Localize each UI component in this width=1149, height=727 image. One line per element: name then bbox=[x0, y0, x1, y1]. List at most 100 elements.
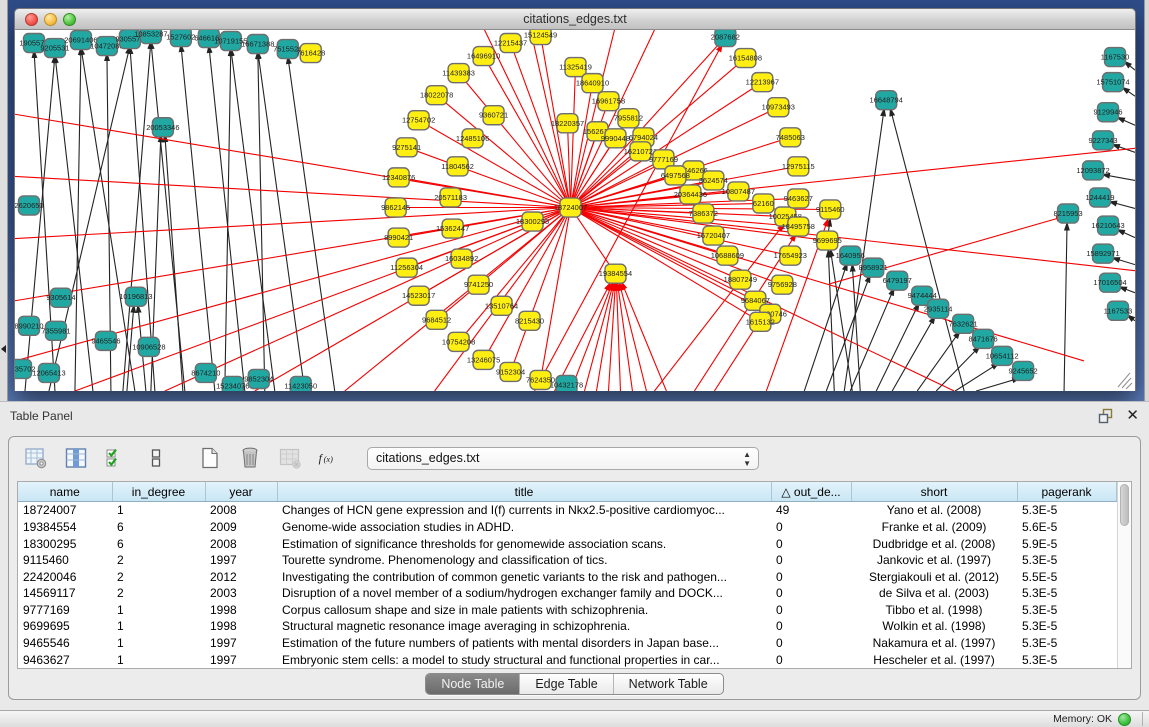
show-columns-icon[interactable] bbox=[63, 446, 88, 471]
network-canvas-container[interactable]: 1905572920553120691406104720889305572108… bbox=[14, 30, 1136, 391]
table-cell[interactable]: 18300295 bbox=[18, 535, 112, 552]
table-cell[interactable]: 5.6E-5 bbox=[1017, 519, 1116, 536]
column-header-title[interactable]: title bbox=[277, 482, 771, 502]
graph-node[interactable]: 9275141 bbox=[392, 138, 421, 157]
column-header-name[interactable]: name bbox=[18, 482, 112, 502]
table-row[interactable]: 1830029562008Estimation of significance … bbox=[18, 535, 1116, 552]
table-cell[interactable]: 2 bbox=[112, 585, 205, 602]
table-cell[interactable]: 0 bbox=[771, 585, 851, 602]
graph-node[interactable]: 19384554 bbox=[599, 264, 632, 283]
table-cell[interactable]: 6 bbox=[112, 535, 205, 552]
table-row[interactable]: 977716911998Corpus callosum shape and si… bbox=[18, 602, 1116, 619]
graph-node[interactable]: 7632621 bbox=[949, 314, 978, 333]
graph-node[interactable]: 15892971 bbox=[1086, 244, 1119, 263]
graph-node[interactable]: 18807249 bbox=[724, 270, 757, 289]
tab-edge-table[interactable]: Edge Table bbox=[519, 674, 612, 694]
table-cell[interactable]: 9463627 bbox=[18, 651, 112, 668]
table-cell[interactable]: 0 bbox=[771, 651, 851, 668]
table-cell[interactable]: Disruption of a novel member of a sodium… bbox=[277, 585, 771, 602]
graph-node[interactable]: 15362447 bbox=[436, 219, 469, 238]
table-cell[interactable]: 1 bbox=[112, 602, 205, 619]
graph-node[interactable]: 9360721 bbox=[479, 106, 508, 125]
graph-node[interactable]: 18220357 bbox=[551, 114, 584, 133]
graph-node[interactable]: 12065413 bbox=[32, 363, 65, 382]
table-cell[interactable]: Franke et al. (2009) bbox=[851, 519, 1017, 536]
graph-node[interactable]: 9990448 bbox=[601, 129, 630, 148]
table-cell[interactable]: 1997 bbox=[205, 635, 277, 652]
table-row[interactable]: 911546021997Tourette syndrome. Phenomeno… bbox=[18, 552, 1116, 569]
table-cell[interactable]: Tibbo et al. (1998) bbox=[851, 602, 1017, 619]
tab-network-table[interactable]: Network Table bbox=[613, 674, 723, 694]
graph-node[interactable]: 9684512 bbox=[422, 310, 451, 329]
graph-node[interactable]: 16720407 bbox=[697, 226, 730, 245]
resize-grip-icon[interactable] bbox=[1118, 373, 1132, 389]
graph-node[interactable]: 9227343 bbox=[1088, 131, 1117, 150]
function-builder-icon[interactable]: f (x) bbox=[317, 446, 342, 471]
table-cell[interactable]: 1 bbox=[112, 651, 205, 668]
graph-node[interactable]: 7616428 bbox=[296, 44, 325, 63]
graph-node[interactable]: 9305614 bbox=[46, 288, 75, 307]
graph-node[interactable]: 9741250 bbox=[464, 275, 493, 294]
table-cell[interactable]: 5.9E-5 bbox=[1017, 535, 1116, 552]
table-cell[interactable]: 2009 bbox=[205, 519, 277, 536]
table-cell[interactable]: 1998 bbox=[205, 618, 277, 635]
table-row[interactable]: 2242004622012Investigating the contribut… bbox=[18, 568, 1116, 585]
table-cell[interactable]: 2012 bbox=[205, 568, 277, 585]
column-header-in_degree[interactable]: in_degree bbox=[112, 482, 205, 502]
graph-node[interactable]: 16496910 bbox=[467, 47, 500, 66]
table-cell[interactable]: Changes of HCN gene expression and I(f) … bbox=[277, 502, 771, 519]
graph-node[interactable]: 7624350 bbox=[526, 370, 555, 389]
graph-node[interactable]: 1244419 bbox=[1085, 188, 1114, 207]
table-cell[interactable]: 5.5E-5 bbox=[1017, 568, 1116, 585]
table-cell[interactable]: Nakamura et al. (1997) bbox=[851, 635, 1017, 652]
graph-node[interactable]: 9245652 bbox=[1009, 361, 1038, 380]
table-cell[interactable]: 18724007 bbox=[18, 502, 112, 519]
table-cell[interactable]: Tourette syndrome. Phenomenology and cla… bbox=[277, 552, 771, 569]
table-cell[interactable]: 0 bbox=[771, 618, 851, 635]
table-cell[interactable]: Embryonic stem cells: a model to study s… bbox=[277, 651, 771, 668]
row-height-icon[interactable] bbox=[143, 446, 168, 471]
graph-node[interactable]: 2620650 bbox=[15, 196, 44, 215]
graph-node[interactable]: 12975115 bbox=[782, 157, 815, 176]
table-cell[interactable]: 2008 bbox=[205, 502, 277, 519]
graph-node[interactable]: 10688609 bbox=[711, 246, 744, 265]
graph-node[interactable]: 11439383 bbox=[442, 64, 475, 83]
tab-node-table[interactable]: Node Table bbox=[426, 674, 519, 694]
table-row[interactable]: 1938455462009Genome-wide association stu… bbox=[18, 519, 1116, 536]
graph-node[interactable]: 9852304 bbox=[244, 369, 273, 388]
graph-node[interactable]: 20571183 bbox=[434, 188, 467, 207]
graph-node[interactable]: 62160 bbox=[753, 194, 774, 213]
table-cell[interactable]: 1997 bbox=[205, 651, 277, 668]
table-cell[interactable]: 1 bbox=[112, 618, 205, 635]
table-settings-icon[interactable] bbox=[23, 446, 48, 471]
graph-node[interactable]: 9699695 bbox=[813, 231, 842, 250]
graph-node[interactable]: 6479197 bbox=[883, 271, 912, 290]
table-cell[interactable]: Structural magnetic resonance image aver… bbox=[277, 618, 771, 635]
delete-table-icon[interactable] bbox=[237, 446, 262, 471]
network-window[interactable]: citations_edges.txt 19055729205531206914… bbox=[14, 8, 1136, 391]
table-row[interactable]: 969969511998Structural magnetic resonanc… bbox=[18, 618, 1116, 635]
table-cell[interactable]: 0 bbox=[771, 635, 851, 652]
graph-node[interactable]: 12213967 bbox=[746, 73, 779, 92]
table-cell[interactable]: 2 bbox=[112, 568, 205, 585]
table-selector-dropdown[interactable]: citations_edges.txt ▲▼ bbox=[367, 447, 759, 470]
graph-node[interactable]: 11256304 bbox=[390, 258, 423, 277]
table-cell[interactable]: 2008 bbox=[205, 535, 277, 552]
memory-status-icon[interactable] bbox=[1118, 713, 1131, 726]
graph-node[interactable]: 11804562 bbox=[441, 157, 474, 176]
table-row[interactable]: 1456911722003Disruption of a novel membe… bbox=[18, 585, 1116, 602]
table-cell[interactable]: 19384554 bbox=[18, 519, 112, 536]
table-cell[interactable]: 1997 bbox=[205, 552, 277, 569]
scrollbar-thumb[interactable] bbox=[1120, 484, 1130, 526]
table-cell[interactable]: 49 bbox=[771, 502, 851, 519]
graph-node[interactable]: 9115460 bbox=[816, 200, 845, 219]
graph-node[interactable]: 8215430 bbox=[515, 311, 544, 330]
column-header-short[interactable]: short bbox=[851, 482, 1017, 502]
table-cell[interactable]: 5.3E-5 bbox=[1017, 651, 1116, 668]
table-cell[interactable]: 2 bbox=[112, 552, 205, 569]
column-header-pagerank[interactable]: pagerank bbox=[1017, 482, 1116, 502]
column-header-year[interactable]: year bbox=[205, 482, 277, 502]
column-checklist-icon[interactable] bbox=[103, 446, 128, 471]
graph-node[interactable]: 13510764 bbox=[485, 296, 518, 315]
graph-node[interactable]: 8990421 bbox=[384, 228, 413, 247]
